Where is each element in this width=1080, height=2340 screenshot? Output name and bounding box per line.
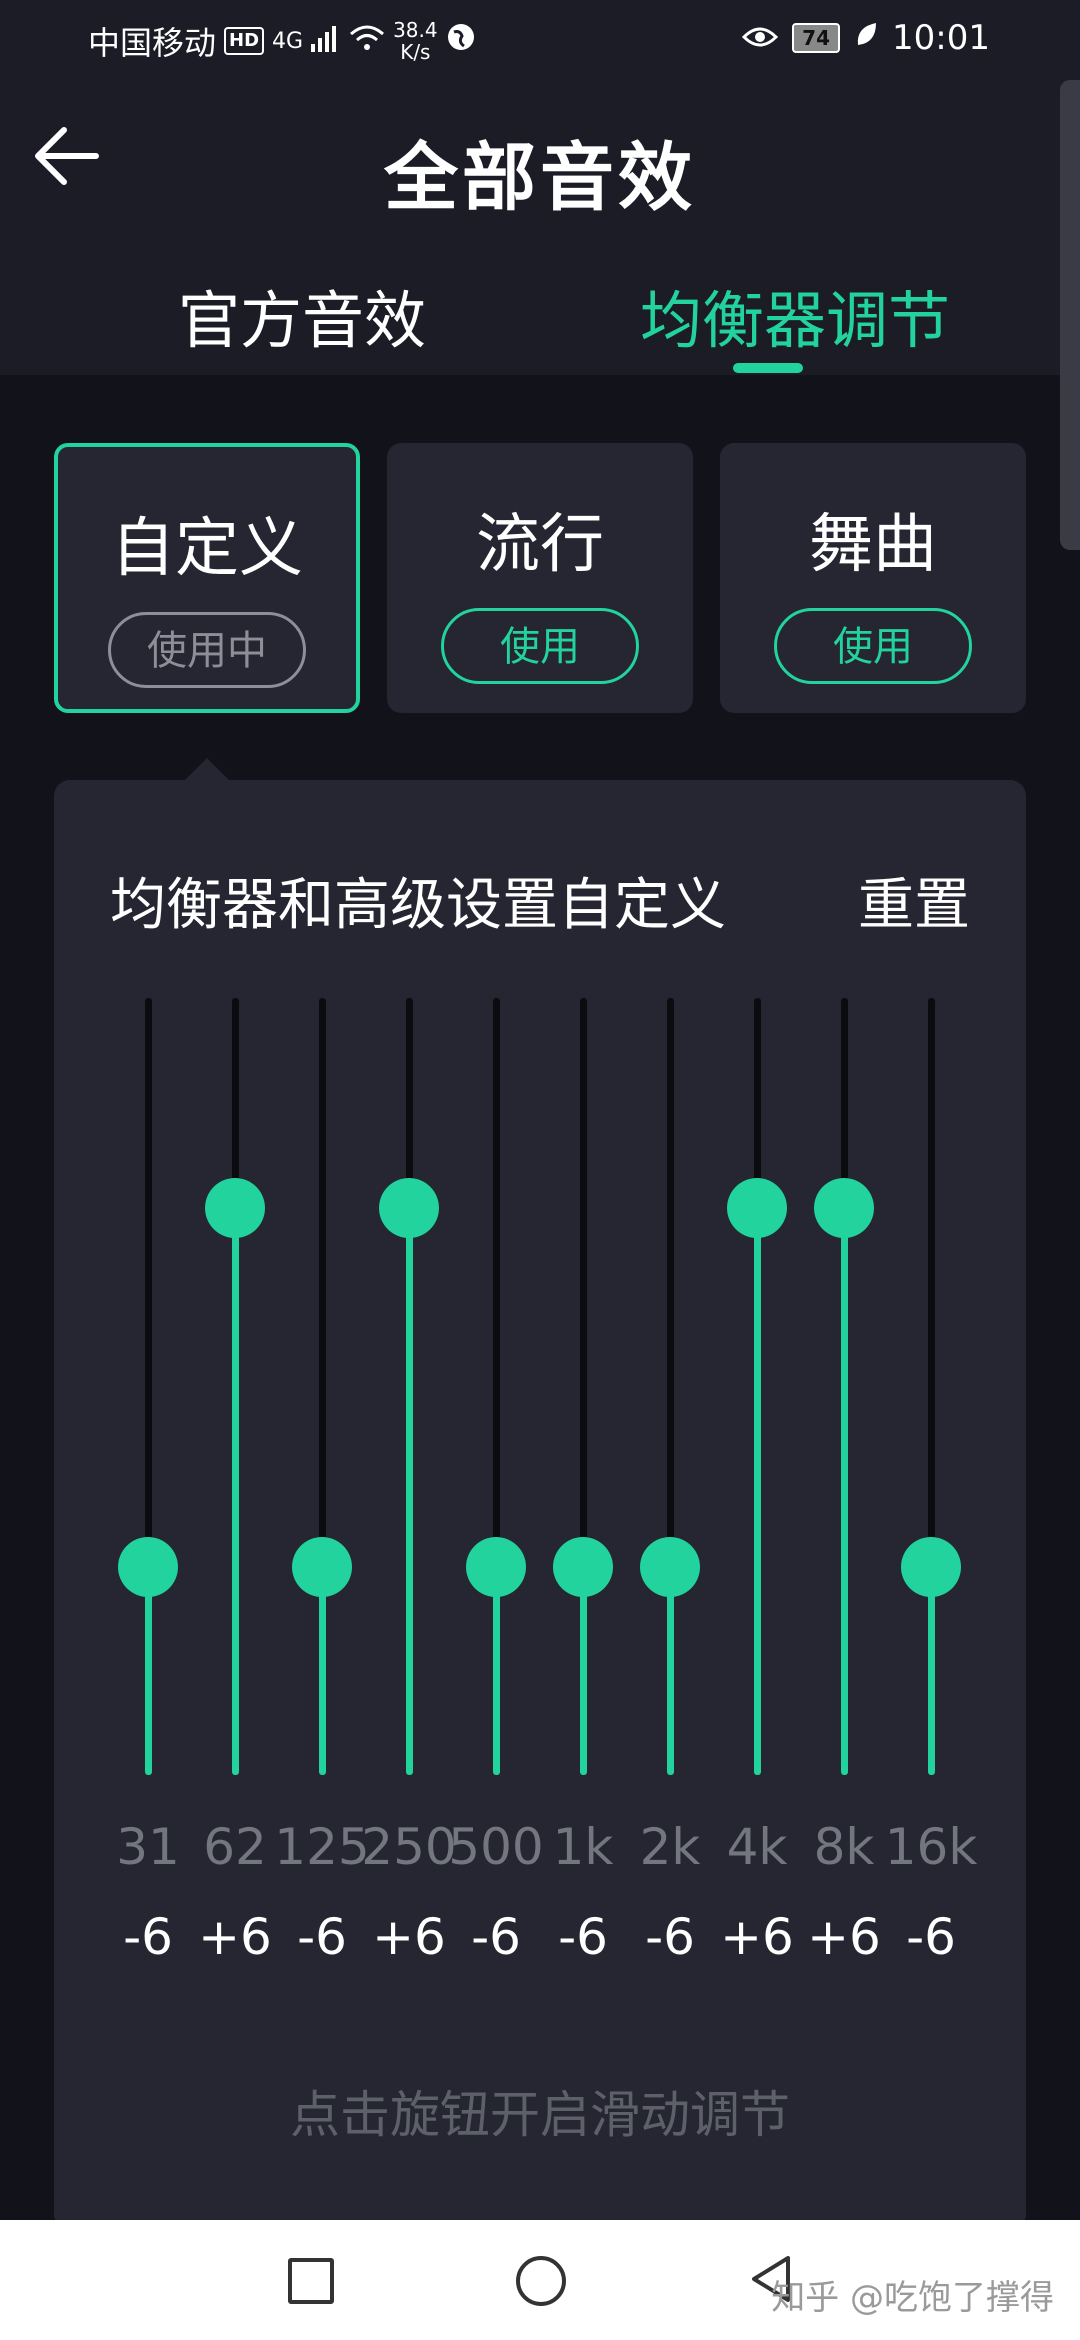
eq-track-fill-16k xyxy=(928,1567,935,1775)
home-button[interactable] xyxy=(516,2256,566,2306)
eq-gain-label: +6 xyxy=(807,1908,881,1966)
wifi-icon xyxy=(349,22,385,60)
scrollbar xyxy=(1060,80,1080,550)
carrier-label: 中国移动 xyxy=(88,24,217,62)
eq-track-2k[interactable] xyxy=(667,998,674,1567)
eq-track-fill-2k xyxy=(667,1567,674,1775)
eq-knob-16k[interactable] xyxy=(901,1537,961,1597)
eq-track-500[interactable] xyxy=(493,998,500,1567)
recent-apps-button[interactable] xyxy=(288,2258,334,2304)
eq-gain-label: +6 xyxy=(372,1908,446,1966)
navigation-bar: 知乎 @吃饱了撑得 xyxy=(0,2220,1080,2340)
eq-gain-label: -6 xyxy=(906,1908,956,1966)
preset-name: 舞曲 xyxy=(809,508,937,582)
network-label: 4G xyxy=(272,28,304,54)
eq-knob-2k[interactable] xyxy=(640,1537,700,1597)
eq-gain-label: -6 xyxy=(123,1908,173,1966)
preset-name: 流行 xyxy=(476,508,604,582)
eq-frequency-label: 31 xyxy=(116,1818,180,1876)
eq-track-fill-125 xyxy=(319,1567,326,1775)
eq-track-16k[interactable] xyxy=(928,998,935,1567)
tab-equalizer[interactable]: 均衡器调节 xyxy=(640,270,950,360)
eq-frequency-label: 4k xyxy=(726,1818,788,1876)
eq-track-fill-1k xyxy=(580,1567,587,1775)
eq-knob-62[interactable] xyxy=(205,1178,265,1238)
eq-knob-1k[interactable] xyxy=(553,1537,613,1597)
eq-gain-label: -6 xyxy=(645,1908,695,1966)
signal-icon xyxy=(311,22,341,60)
equalizer-panel xyxy=(54,780,1026,2230)
eq-frequency-label: 1k xyxy=(552,1818,614,1876)
eq-knob-500[interactable] xyxy=(466,1537,526,1597)
status-right: 74 10:01 xyxy=(742,18,990,58)
eq-frequency-label: 125 xyxy=(274,1818,370,1876)
preset-use-button[interactable]: 使用 xyxy=(774,608,972,684)
preset-use-button[interactable]: 使用 xyxy=(441,608,639,684)
tab-indicator xyxy=(733,363,803,373)
eq-gain-label: -6 xyxy=(297,1908,347,1966)
preset-in-use-button[interactable]: 使用中 xyxy=(108,612,306,688)
preset-name: 自定义 xyxy=(111,512,303,586)
equalizer-title: 均衡器和高级设置自定义 xyxy=(110,873,726,938)
speed-value: 38.4 xyxy=(393,18,438,42)
eq-frequency-label: 2k xyxy=(639,1818,701,1876)
eq-gain-label: -6 xyxy=(471,1908,521,1966)
eq-frequency-label: 500 xyxy=(448,1818,544,1876)
eq-frequency-label: 250 xyxy=(361,1818,457,1876)
eq-track-fill-31 xyxy=(145,1567,152,1775)
speed-unit: K/s xyxy=(400,40,431,64)
equalizer-hint: 点击旋钮开启滑动调节 xyxy=(290,2086,790,2144)
battery-indicator: 74 xyxy=(792,23,841,53)
eq-gain-label: +6 xyxy=(198,1908,272,1966)
clock: 10:01 xyxy=(892,18,990,58)
status-bar: 中国移动 HD 4G 38.4 K/s 74 10:01 xyxy=(0,0,1080,80)
eye-icon xyxy=(742,18,779,58)
eq-track-250[interactable] xyxy=(406,998,413,1208)
leaf-icon xyxy=(854,18,878,58)
eq-gain-label: -6 xyxy=(558,1908,608,1966)
hd-badge: HD xyxy=(224,27,265,55)
eq-knob-8k[interactable] xyxy=(814,1178,874,1238)
globe-icon xyxy=(446,22,476,60)
eq-track-62[interactable] xyxy=(232,998,239,1208)
eq-track-8k[interactable] xyxy=(841,998,848,1208)
watermark: 知乎 @吃饱了撑得 xyxy=(771,2278,1054,2318)
eq-track-fill-500 xyxy=(493,1567,500,1775)
eq-frequency-label: 62 xyxy=(203,1818,267,1876)
status-left: 中国移动 HD 4G 38.4 K/s xyxy=(88,18,476,64)
eq-track-31[interactable] xyxy=(145,998,152,1567)
eq-frequency-label: 16k xyxy=(884,1818,978,1876)
eq-knob-31[interactable] xyxy=(118,1537,178,1597)
eq-track-1k[interactable] xyxy=(580,998,587,1567)
eq-knob-250[interactable] xyxy=(379,1178,439,1238)
tab-bar: 官方音效 均衡器调节 xyxy=(0,270,1080,357)
eq-track-fill-8k xyxy=(841,1208,848,1775)
eq-knob-4k[interactable] xyxy=(727,1178,787,1238)
eq-track-fill-250 xyxy=(406,1208,413,1775)
reset-button[interactable]: 重置 xyxy=(858,860,970,941)
page-title: 全部音效 xyxy=(384,135,696,221)
eq-track-fill-62 xyxy=(232,1208,239,1775)
panel-pointer xyxy=(185,758,229,780)
eq-track-4k[interactable] xyxy=(754,998,761,1208)
preset-card-pop[interactable]: 流行 使用 xyxy=(387,443,693,713)
eq-gain-label: +6 xyxy=(720,1908,794,1966)
tab-official-effects[interactable]: 官方音效 xyxy=(178,270,426,360)
network-speed: 38.4 K/s xyxy=(393,19,438,63)
eq-knob-125[interactable] xyxy=(292,1537,352,1597)
eq-frequency-label: 8k xyxy=(813,1818,875,1876)
eq-track-fill-4k xyxy=(754,1208,761,1775)
preset-card-dance[interactable]: 舞曲 使用 xyxy=(720,443,1026,713)
preset-card-custom[interactable]: 自定义 使用中 xyxy=(54,443,360,713)
eq-track-125[interactable] xyxy=(319,998,326,1567)
